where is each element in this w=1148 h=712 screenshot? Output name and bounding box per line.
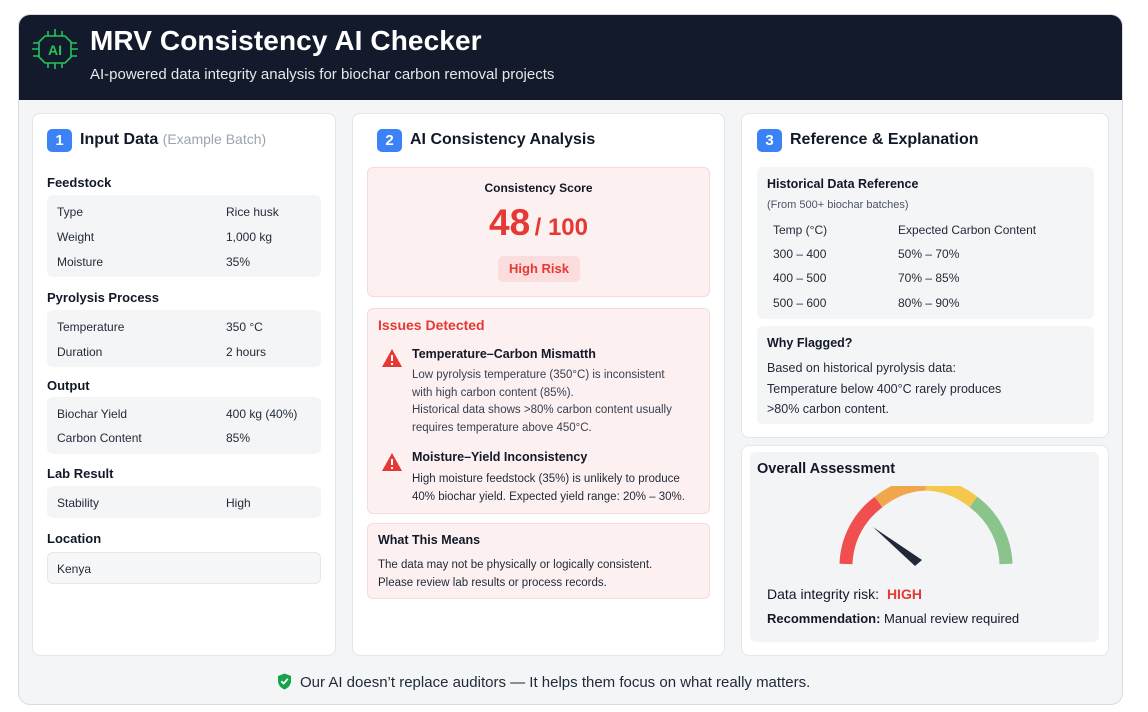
what-this-means-body: The data may not be physically or logica… <box>378 556 652 592</box>
score-max: / 100 <box>534 214 588 241</box>
recommendation-label: Recommendation: <box>767 611 881 626</box>
input-title-note: (Example Batch) <box>162 131 267 147</box>
score-label: Consistency Score <box>484 181 593 195</box>
historical-note: (From 500+ biochar batches) <box>767 199 909 211</box>
assessment-title: Overall Assessment <box>757 461 896 477</box>
header: AI MRV Consistency AI Checker AI-powered… <box>19 15 1122 100</box>
why-flagged-body: Based on historical pyrolysis data: Temp… <box>767 358 1001 420</box>
issue-2-title: Moisture–Yield Inconsistency <box>412 450 588 464</box>
issue-1-line: Low pyrolysis temperature (350°C) is inc… <box>412 369 665 381</box>
issue-1-line: Historical data shows >80% carbon conten… <box>412 404 672 416</box>
risk-line: Data integrity risk: HIGH <box>767 586 922 602</box>
feedstock-weight-key: Weight <box>57 230 95 244</box>
biochar-yield-value: 400 kg (40%) <box>226 407 298 421</box>
issue-2-line: High moisture feedstock (35%) is unlikel… <box>412 473 680 485</box>
step-badge-1: 1 <box>47 129 72 152</box>
col-header-temp: Temp (°C) <box>773 223 828 237</box>
gauge-segment-orange <box>874 486 927 508</box>
pyrolysis-label: Pyrolysis Process <box>47 290 160 305</box>
duration-key: Duration <box>57 345 103 359</box>
step-badge-3: 3 <box>757 129 782 152</box>
feedstock-moisture-key: Moisture <box>57 255 104 269</box>
col-header-carbon: Expected Carbon Content <box>898 223 1037 237</box>
ref-row-carbon: 80% – 90% <box>898 296 960 310</box>
why-flagged-title: Why Flagged? <box>767 336 853 350</box>
step-badge-2: 2 <box>377 129 402 152</box>
issues-title: Issues Detected <box>378 317 485 333</box>
gauge-segment-green <box>969 496 1013 565</box>
ref-row-temp: 500 – 600 <box>773 296 827 310</box>
issue-2-line: 40% biochar yield. Expected yield range:… <box>412 490 685 503</box>
recommendation-line: Recommendation: Manual review required <box>767 611 1019 626</box>
historical-title: Historical Data Reference <box>767 177 919 191</box>
score-value: 48 <box>489 202 531 243</box>
logo-text: AI <box>48 42 62 58</box>
issue-1-line: with high carbon content (85%). <box>412 386 574 399</box>
output-label: Output <box>47 378 90 393</box>
means-line: Please review lab results or process rec… <box>378 577 607 589</box>
risk-gauge <box>839 486 1013 566</box>
why-line: Temperature below 400°C rarely produces <box>767 381 1002 396</box>
temperature-key: Temperature <box>57 320 125 334</box>
analysis-panel-title: AI Consistency Analysis <box>410 131 596 148</box>
feedstock-type-value: Rice husk <box>226 205 279 219</box>
warning-icon <box>382 349 402 367</box>
feedstock-weight-value: 1,000 kg <box>226 230 273 244</box>
ref-row-temp: 300 – 400 <box>773 247 827 261</box>
recommendation-value: Manual review required <box>884 611 1020 626</box>
temperature-value: 350 °C <box>226 320 263 334</box>
input-panel-title: Input Data (Example Batch) <box>80 131 266 149</box>
stability-key: Stability <box>57 496 100 510</box>
feedstock-type-key: Type <box>57 205 84 219</box>
stability-value: High <box>226 496 251 510</box>
page-subtitle: AI-powered data integrity analysis for b… <box>90 66 555 83</box>
page-title: MRV Consistency AI Checker <box>90 25 482 56</box>
issue-1-body: Low pyrolysis temperature (350°C) is inc… <box>412 367 672 437</box>
output-box <box>47 397 321 454</box>
location-value: Kenya <box>57 562 92 576</box>
warning-icon <box>382 453 402 471</box>
ref-row-temp: 400 – 500 <box>773 271 827 285</box>
risk-value: HIGH <box>886 586 922 602</box>
carbon-content-value: 85% <box>226 431 251 445</box>
risk-badge: High Risk <box>498 256 580 282</box>
issue-1-line: requires temperature above 450°C. <box>412 421 592 434</box>
input-title-text: Input Data <box>80 131 159 148</box>
lab-result-label: Lab Result <box>47 466 114 481</box>
gauge-segment-red <box>839 496 883 565</box>
risk-label: Data integrity risk: <box>767 586 880 602</box>
what-this-means-title: What This Means <box>378 533 481 547</box>
carbon-content-key: Carbon Content <box>57 431 142 445</box>
why-line: >80% carbon content. <box>767 402 889 416</box>
feedstock-moisture-value: 35% <box>226 255 251 269</box>
why-line: Based on historical pyrolysis data: <box>767 361 956 375</box>
ref-row-carbon: 70% – 85% <box>898 271 960 285</box>
ai-chip-icon: AI <box>32 29 78 69</box>
issue-1-title: Temperature–Carbon Mismatth <box>412 347 596 361</box>
location-label: Location <box>47 531 102 546</box>
ref-row-carbon: 50% – 70% <box>898 247 960 261</box>
duration-value: 2 hours <box>226 345 267 359</box>
issue-2-body: High moisture feedstock (35%) is unlikel… <box>412 471 685 506</box>
score-display: 48 / 100 <box>367 202 710 244</box>
gauge-segment-yellow <box>925 486 978 508</box>
biochar-yield-key: Biochar Yield <box>57 407 128 421</box>
feedstock-label: Feedstock <box>47 175 112 190</box>
footer-tagline: Our AI doesn’t replace auditors — It hel… <box>300 674 811 691</box>
means-line: The data may not be physically or logica… <box>378 559 653 571</box>
reference-panel-title: Reference & Explanation <box>790 131 979 148</box>
shield-check-icon <box>278 673 291 690</box>
gauge-needle <box>873 527 922 566</box>
